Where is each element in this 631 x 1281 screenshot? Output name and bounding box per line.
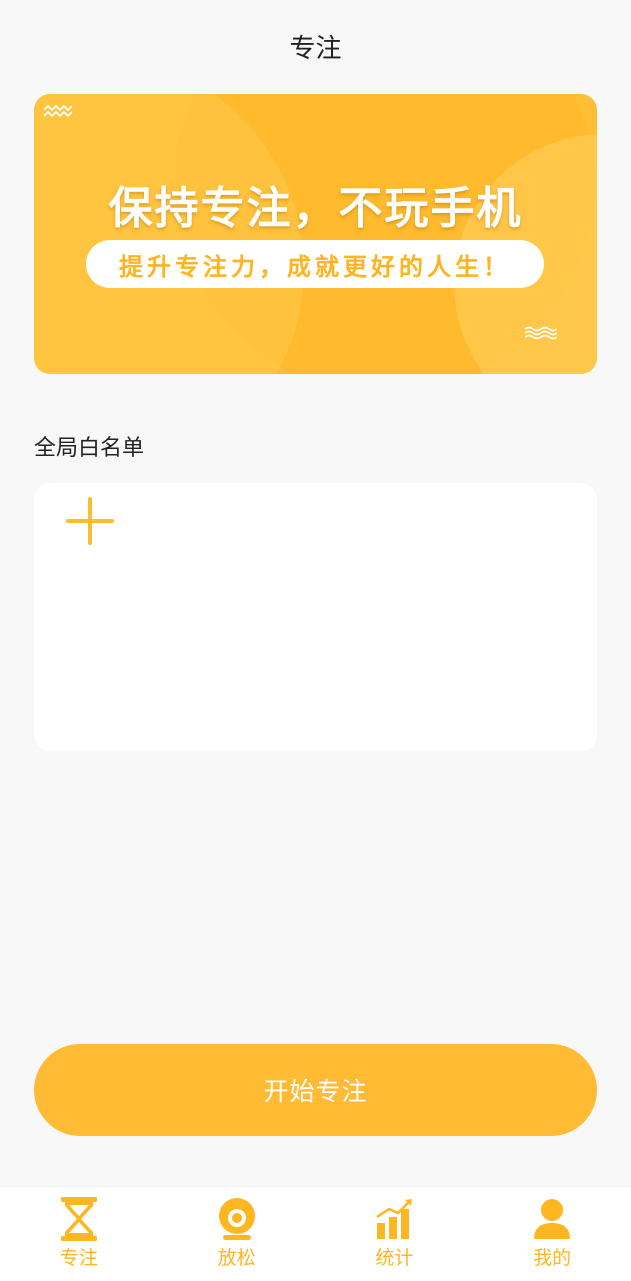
tab-label: 放松 [217,1247,256,1269]
tab-relax[interactable]: 放松 [158,1187,316,1281]
user-icon [530,1197,574,1241]
tab-mine[interactable]: 我的 [473,1187,631,1281]
tab-stats[interactable]: 统计 [316,1187,474,1281]
relax-icon [215,1197,259,1241]
add-app-button[interactable] [66,497,114,545]
hourglass-icon [57,1197,101,1241]
promo-banner[interactable]: 保持专注，不玩手机 提升专注力，成就更好的人生！ [34,94,597,374]
bottom-tabbar: 专注 放松 统计 我的 [0,1186,631,1281]
page-header: 专注 [0,0,631,96]
whitelist-card [34,483,597,751]
tab-label: 我的 [533,1247,572,1269]
banner-subline: 提升专注力，成就更好的人生！ [119,252,511,281]
tab-focus[interactable]: 专注 [0,1187,158,1281]
wave-icon [525,326,557,340]
tab-label: 统计 [375,1247,414,1269]
start-focus-button[interactable]: 开始专注 [34,1044,597,1136]
chart-icon [372,1197,416,1241]
zigzag-icon [44,104,72,118]
page-title: 专注 [289,33,342,64]
banner-subline-pill: 提升专注力，成就更好的人生！ [86,240,544,288]
whitelist-label: 全局白名单 [34,436,145,461]
banner-headline: 保持专注，不玩手机 [108,183,523,234]
tab-label: 专注 [59,1247,98,1269]
